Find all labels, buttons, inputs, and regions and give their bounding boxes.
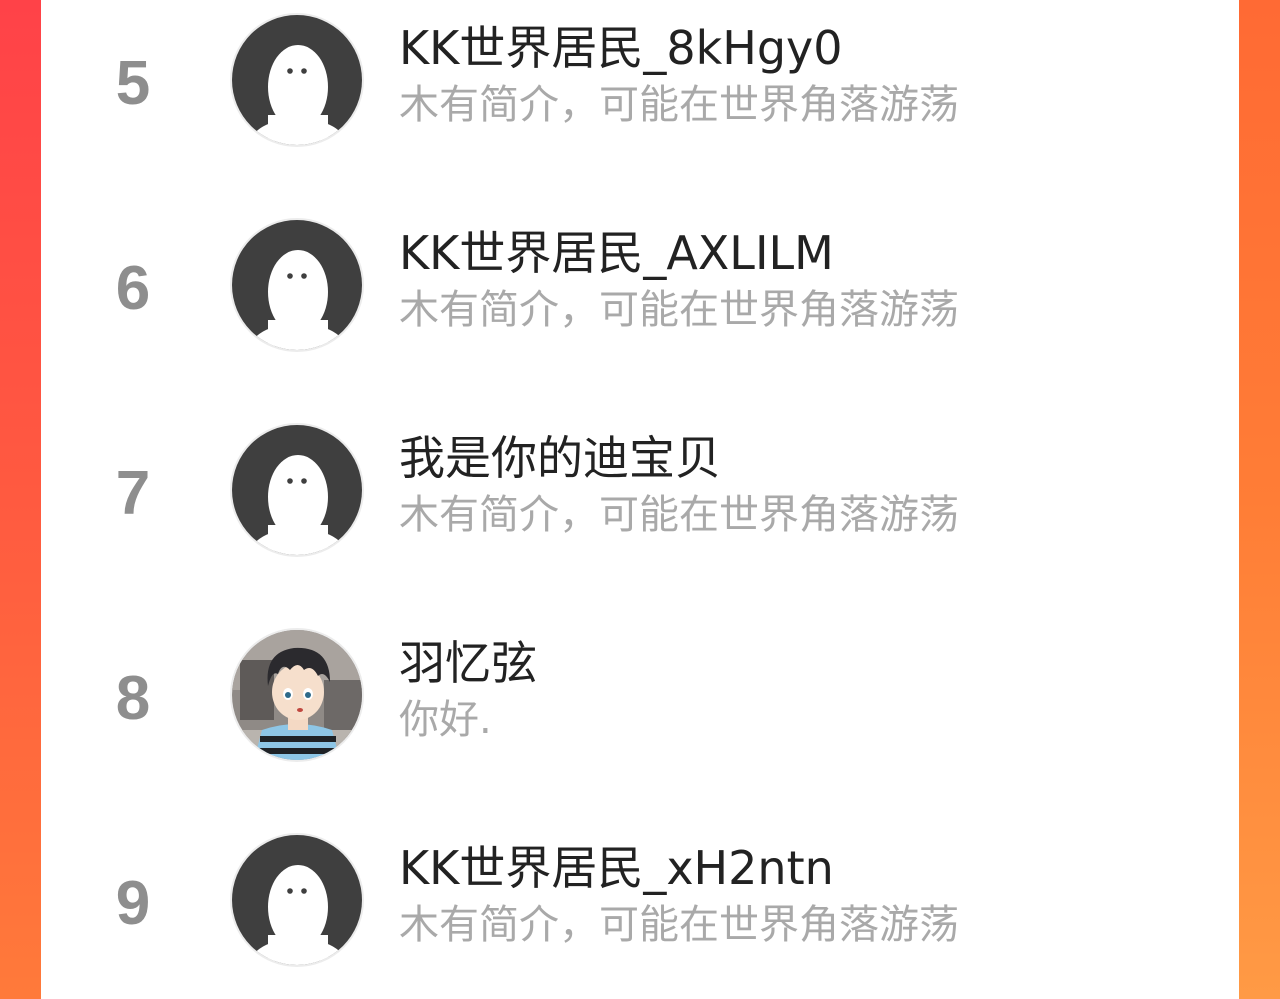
list-item[interactable]: 7 我是你的迪宝贝 木有简介，可能在世界角落游荡: [41, 410, 1239, 590]
ranking-list-panel: 5 KK世界居民_8kHgy0 木有简介，可能在世界角落游荡 6 KK世界居民_…: [41, 0, 1239, 999]
user-name: 羽忆弦: [399, 636, 537, 690]
background-gradient-left: [0, 0, 41, 999]
user-bio: 你好.: [399, 697, 492, 743]
default-avatar-icon: [232, 15, 362, 145]
rank-number: 7: [115, 459, 151, 528]
avatar[interactable]: [230, 218, 364, 352]
user-name: 我是你的迪宝贝: [399, 431, 721, 485]
avatar[interactable]: [230, 628, 364, 762]
avatar[interactable]: [230, 423, 364, 557]
user-name: KK世界居民_8kHgy0: [399, 21, 843, 75]
list-item[interactable]: 6 KK世界居民_AXLILM 木有简介，可能在世界角落游荡: [41, 205, 1239, 385]
user-name: KK世界居民_xH2ntn: [399, 841, 834, 895]
rank-number: 5: [115, 49, 151, 118]
list-item[interactable]: 8 羽忆弦 你好.: [41, 615, 1239, 795]
list-item[interactable]: 5 KK世界居民_8kHgy0 木有简介，可能在世界角落游荡: [41, 0, 1239, 180]
rank-number: 8: [115, 664, 151, 733]
default-avatar-icon: [232, 835, 362, 965]
user-bio: 木有简介，可能在世界角落游荡: [399, 82, 959, 128]
default-avatar-icon: [232, 220, 362, 350]
avatar[interactable]: [230, 13, 364, 147]
avatar[interactable]: [230, 833, 364, 967]
rank-number: 9: [115, 869, 151, 938]
user-bio: 木有简介，可能在世界角落游荡: [399, 287, 959, 333]
rank-number: 6: [115, 254, 151, 323]
list-item[interactable]: 9 KK世界居民_xH2ntn 木有简介，可能在世界角落游荡: [41, 820, 1239, 999]
user-bio: 木有简介，可能在世界角落游荡: [399, 902, 959, 948]
background-gradient-right: [1239, 0, 1280, 999]
user-name: KK世界居民_AXLILM: [399, 226, 834, 280]
user-bio: 木有简介，可能在世界角落游荡: [399, 492, 959, 538]
anime-boy-avatar-icon: [232, 630, 362, 760]
default-avatar-icon: [232, 425, 362, 555]
